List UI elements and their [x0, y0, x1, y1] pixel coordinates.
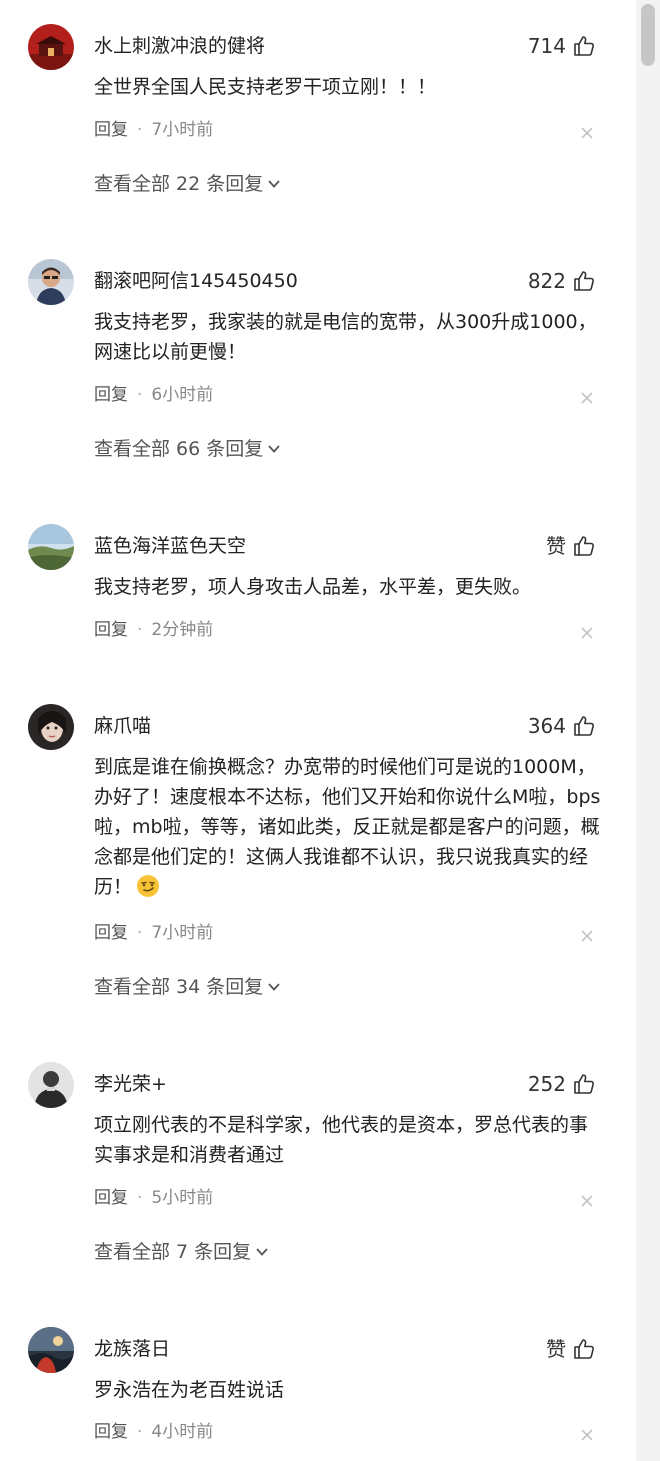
- like-count: 252: [527, 1072, 566, 1096]
- comment-time: 7小时前: [151, 120, 214, 140]
- comment-text-body: 到底是谁在偷换概念？办宽带的时候他们可是说的1000M，办好了！速度根本不达标，…: [94, 756, 601, 898]
- comment-meta: 回复 · 6小时前: [94, 383, 213, 407]
- comment-meta: 回复 · 7小时前: [94, 921, 213, 945]
- reply-button[interactable]: 回复: [94, 385, 128, 405]
- avatar[interactable]: [28, 259, 74, 305]
- reply-button[interactable]: 回复: [94, 1422, 128, 1442]
- separator-dot: ·: [137, 923, 143, 943]
- view-all-replies-label: 查看全部 66 条回复: [94, 438, 264, 460]
- thumbs-up-icon: [574, 1074, 594, 1094]
- comment-time: 2分钟前: [151, 620, 214, 640]
- scrollbar-thumb[interactable]: [641, 4, 655, 66]
- separator-dot: ·: [137, 1188, 143, 1208]
- smirk-emoji-icon: [137, 875, 160, 897]
- close-icon[interactable]: [580, 929, 594, 943]
- view-all-replies-button[interactable]: 查看全部 34 条回复: [94, 974, 281, 1000]
- like-button[interactable]: 364: [528, 711, 596, 741]
- view-all-replies-label: 查看全部 34 条回复: [94, 976, 264, 998]
- like-button[interactable]: 赞: [546, 531, 596, 561]
- comment-time: 6小时前: [151, 385, 214, 405]
- view-all-replies-label: 查看全部 22 条回复: [94, 173, 264, 195]
- reply-button[interactable]: 回复: [94, 120, 128, 140]
- comment-username[interactable]: 蓝色海洋蓝色天空: [94, 534, 246, 558]
- reply-button[interactable]: 回复: [94, 923, 128, 943]
- separator-dot: ·: [137, 620, 143, 640]
- avatar[interactable]: [28, 1062, 74, 1108]
- comment-username[interactable]: 麻爪喵: [94, 714, 151, 738]
- chevron-down-icon: [268, 445, 280, 453]
- like-count: 赞: [546, 534, 566, 558]
- comment-time: 7小时前: [151, 923, 214, 943]
- view-all-replies-button[interactable]: 查看全部 22 条回复: [94, 171, 281, 197]
- comment-feed: 水上刺激冲浪的健将 714 全世界全国人民支持老罗干项立刚！！！ 回复 · 7小时前…: [0, 0, 636, 1461]
- separator-dot: ·: [137, 1422, 143, 1442]
- comment-username[interactable]: 李光荣+: [94, 1072, 167, 1096]
- chevron-down-icon: [268, 983, 280, 991]
- thumbs-up-icon: [574, 716, 594, 736]
- reply-button[interactable]: 回复: [94, 1188, 128, 1208]
- avatar[interactable]: [28, 1327, 74, 1373]
- view-all-replies-button[interactable]: 查看全部 7 条回复: [94, 1239, 269, 1265]
- like-button[interactable]: 714: [528, 31, 596, 61]
- view-all-replies-label: 查看全部 7 条回复: [94, 1241, 252, 1263]
- close-icon[interactable]: [580, 1194, 594, 1208]
- comment-meta: 回复 · 7小时前: [94, 118, 213, 142]
- comment-meta: 回复 · 2分钟前: [94, 618, 213, 642]
- thumbs-up-icon: [574, 36, 594, 56]
- comment-time: 5小时前: [151, 1188, 214, 1208]
- separator-dot: ·: [137, 120, 143, 140]
- like-count: 822: [527, 269, 566, 293]
- comment-username[interactable]: 翻滚吧阿信145450450: [94, 269, 298, 293]
- comment-text: 到底是谁在偷换概念？办宽带的时候他们可是说的1000M，办好了！速度根本不达标，…: [94, 752, 604, 902]
- close-icon[interactable]: [580, 1428, 594, 1442]
- comment-time: 4小时前: [151, 1422, 214, 1442]
- thumbs-up-icon: [574, 536, 594, 556]
- comment-meta: 回复 · 4小时前: [94, 1420, 213, 1444]
- avatar[interactable]: [28, 24, 74, 70]
- chevron-down-icon: [256, 1248, 268, 1256]
- comment-meta: 回复 · 5小时前: [94, 1186, 213, 1210]
- like-count: 赞: [546, 1337, 566, 1361]
- avatar[interactable]: [28, 524, 74, 570]
- close-icon[interactable]: [580, 126, 594, 140]
- reply-button[interactable]: 回复: [94, 620, 128, 640]
- thumbs-up-icon: [574, 271, 594, 291]
- scrollbar[interactable]: [636, 0, 660, 1461]
- close-icon[interactable]: [580, 391, 594, 405]
- like-button[interactable]: 252: [528, 1069, 596, 1099]
- like-button[interactable]: 822: [528, 266, 596, 296]
- close-icon[interactable]: [580, 626, 594, 640]
- comment-text: 我支持老罗，我家装的就是电信的宽带，从300升成1000，网速比以前更慢！: [94, 311, 597, 363]
- comment-username[interactable]: 水上刺激冲浪的健将: [94, 34, 265, 58]
- comment-text: 罗永浩在为老百姓说话: [94, 1379, 285, 1401]
- comment-text: 项立刚代表的不是科学家，他代表的是资本，罗总代表的事实事求是和消费者通过: [94, 1114, 589, 1166]
- thumbs-up-icon: [574, 1339, 594, 1359]
- chevron-down-icon: [268, 180, 280, 188]
- comment-text: 我支持老罗，项人身攻击人品差，水平差，更失败。: [94, 576, 532, 598]
- comment-text: 全世界全国人民支持老罗干项立刚！！！: [94, 76, 437, 98]
- like-button[interactable]: 赞: [546, 1334, 596, 1364]
- like-count: 364: [527, 714, 566, 738]
- comment-username[interactable]: 龙族落日: [94, 1337, 170, 1361]
- avatar[interactable]: [28, 704, 74, 750]
- like-count: 714: [527, 34, 566, 58]
- separator-dot: ·: [137, 385, 143, 405]
- view-all-replies-button[interactable]: 查看全部 66 条回复: [94, 436, 281, 462]
